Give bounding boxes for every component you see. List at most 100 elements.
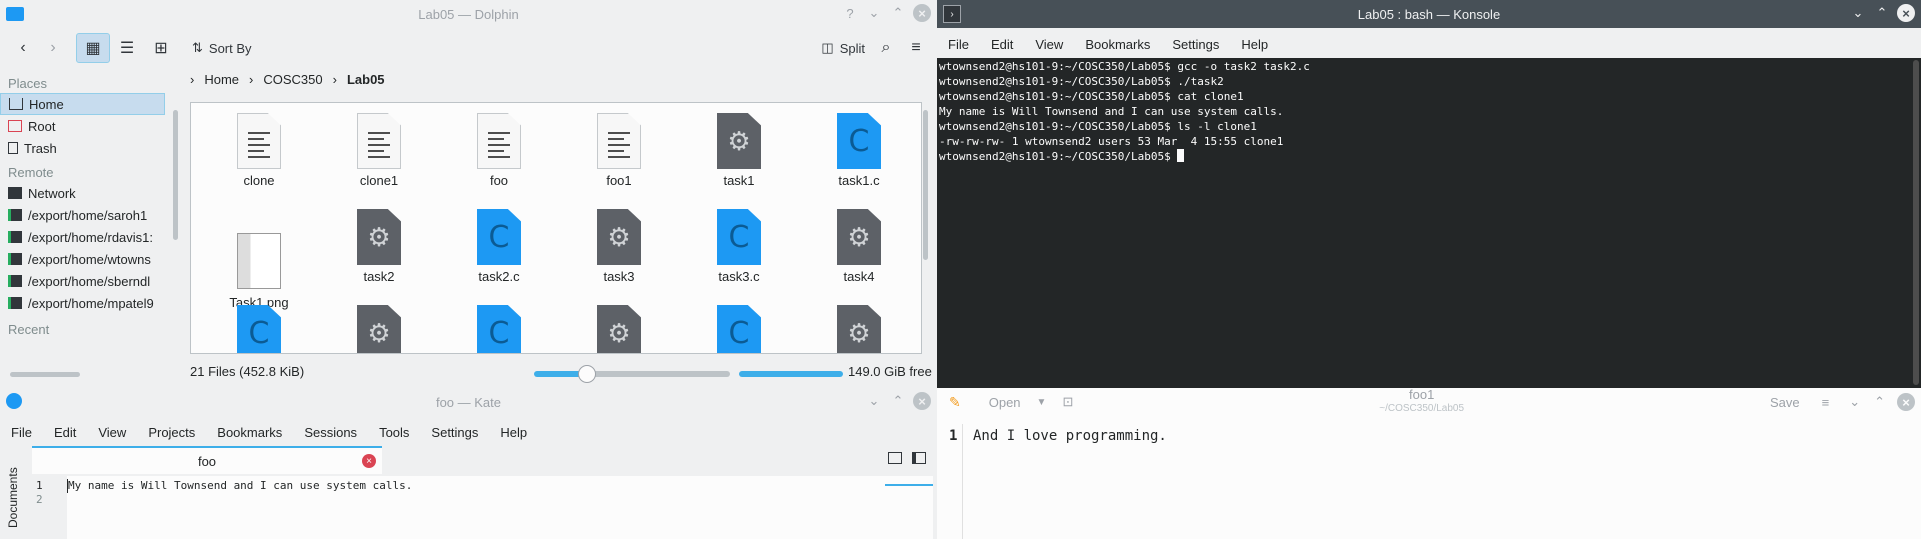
free-space-bar [739,371,843,377]
menu-bookmarks[interactable]: Bookmarks [1074,37,1161,52]
close-icon[interactable]: × [1897,4,1915,22]
places-item-root[interactable]: Root [0,115,165,137]
close-icon[interactable]: × [913,4,931,22]
maximize-icon[interactable]: ⌃ [1873,4,1891,22]
places-item-remote[interactable]: /export/home/saroh1 [0,204,165,226]
file-item[interactable]: C [209,305,309,353]
file-item[interactable]: C [689,305,789,353]
places-item-remote[interactable]: /export/home/wtowns [0,248,165,270]
documents-side-tab[interactable]: Documents [0,446,28,539]
executable-icon: ⚙ [597,305,641,353]
menu-edit[interactable]: Edit [43,425,87,440]
file-item[interactable]: ⚙ task2 [329,209,429,284]
save-button[interactable]: Save [1770,395,1800,410]
menu-file[interactable]: File [937,37,980,52]
line-number: 2 [36,493,43,506]
kwrite-editor[interactable]: 1 And I love programming. [937,424,1921,539]
maximize-icon[interactable]: ⌃ [1874,394,1885,410]
menu-bookmarks[interactable]: Bookmarks [206,425,293,440]
hamburger-menu-icon[interactable]: ≡ [901,33,931,63]
kate-titlebar[interactable]: foo — Kate ⌄ ⌃ × [0,388,937,416]
file-name: task3.c [718,269,760,284]
terminal-output[interactable]: wtownsend2@hs101-9:~/COSC350/Lab05$ gcc … [937,58,1921,388]
breadcrumb-item-cosc350[interactable]: COSC350 [263,72,322,87]
konsole-titlebar[interactable]: › Lab05 : bash — Konsole ⌄ ⌃ × [937,0,1921,28]
places-item-remote[interactable]: /export/home/mpatel9 [0,292,165,314]
home-icon [9,98,23,110]
menu-edit[interactable]: Edit [980,37,1024,52]
places-item-network[interactable]: Network [0,182,165,204]
back-icon[interactable]: ‹ [8,33,38,63]
zoom-slider[interactable] [534,371,730,377]
file-view-scrollbar[interactable] [923,110,928,260]
file-item[interactable]: ⚙ task4 [809,209,909,284]
terminal-scrollbar[interactable] [1913,60,1919,385]
close-tab-icon[interactable]: × [362,454,376,468]
tab-foo[interactable]: foo × [32,446,382,474]
zoom-slider-handle[interactable] [578,365,596,383]
minimize-icon[interactable]: ⌄ [1849,4,1867,22]
forward-icon[interactable]: › [38,33,68,63]
file-item[interactable]: clone1 [329,113,429,188]
sort-by-button[interactable]: ⇅ Sort By [186,33,258,63]
split-view-icon[interactable] [912,452,926,464]
new-tab-icon[interactable] [888,452,902,464]
dolphin-window: Lab05 — Dolphin ? ⌄ ⌃ × ‹ › ▦ ☰ ⊞ ⇅ Sort… [0,0,937,388]
places-vertical-scrollbar[interactable] [173,110,178,240]
places-item-home[interactable]: Home [0,93,165,115]
file-item[interactable]: ⚙ [809,305,909,353]
minimize-icon[interactable]: ⌄ [1849,394,1860,410]
minimap[interactable] [885,476,933,486]
menu-sessions[interactable]: Sessions [293,425,368,440]
new-document-icon[interactable]: ⊡ [1062,394,1073,410]
file-item[interactable]: ⚙ task1 [689,113,789,188]
close-icon[interactable]: × [1897,393,1915,411]
menu-settings[interactable]: Settings [1161,37,1230,52]
file-item[interactable]: foo1 [569,113,669,188]
icons-view-icon[interactable]: ▦ [76,33,110,63]
menu-projects[interactable]: Projects [137,425,206,440]
menu-settings[interactable]: Settings [420,425,489,440]
compact-view-icon[interactable]: ☰ [110,33,144,63]
places-item-remote[interactable]: /export/home/sberndl [0,270,165,292]
help-icon[interactable]: ? [841,4,859,22]
menu-file[interactable]: File [0,425,43,440]
close-icon[interactable]: × [913,392,931,410]
maximize-icon[interactable]: ⌃ [889,392,907,410]
details-view-icon[interactable]: ⊞ [144,33,178,63]
hamburger-menu-icon[interactable]: ≡ [1822,395,1830,410]
breadcrumb-item-home[interactable]: Home [204,72,239,87]
menu-help[interactable]: Help [1230,37,1279,52]
file-item[interactable]: Ctask2.c [449,209,549,284]
places-item-trash[interactable]: Trash [0,137,165,159]
menu-tools[interactable]: Tools [368,425,420,440]
file-item[interactable]: ⚙ [569,305,669,353]
minimize-icon[interactable]: ⌄ [865,392,883,410]
breadcrumb-item-lab05[interactable]: Lab05 [347,72,385,87]
maximize-icon[interactable]: ⌃ [889,4,907,22]
file-item[interactable]: C [449,305,549,353]
editor-text: My name is Will Townsend and I can use s… [67,479,412,493]
file-item[interactable]: ⚙ [329,305,429,353]
search-icon[interactable]: ⌕ [871,33,901,63]
file-name: task3 [603,269,635,284]
dolphin-titlebar[interactable]: Lab05 — Dolphin ? ⌄ ⌃ × [0,0,937,28]
file-item[interactable]: ⚙ task3 [569,209,669,284]
places-scrollbar[interactable] [10,372,80,377]
open-dropdown-icon[interactable]: ▼ [1037,397,1047,408]
menu-view[interactable]: View [87,425,137,440]
minimize-icon[interactable]: ⌄ [865,4,883,22]
split-button[interactable]: ◫ Split [815,33,871,63]
file-item[interactable]: Ctask1.c [809,113,909,188]
kate-editor[interactable]: 1 2 My name is Will Townsend and I can u… [32,476,933,539]
file-item[interactable]: foo [449,113,549,188]
menu-view[interactable]: View [1024,37,1074,52]
places-item-remote[interactable]: /export/home/rdavis1: [0,226,165,248]
network-drive-icon [8,231,22,243]
file-item[interactable]: Ctask3.c [689,209,789,284]
c-source-icon: C [477,209,521,265]
file-item[interactable]: Task1.png [209,209,309,310]
open-button[interactable]: Open [989,395,1021,410]
file-item[interactable]: clone [209,113,309,188]
menu-help[interactable]: Help [489,425,538,440]
